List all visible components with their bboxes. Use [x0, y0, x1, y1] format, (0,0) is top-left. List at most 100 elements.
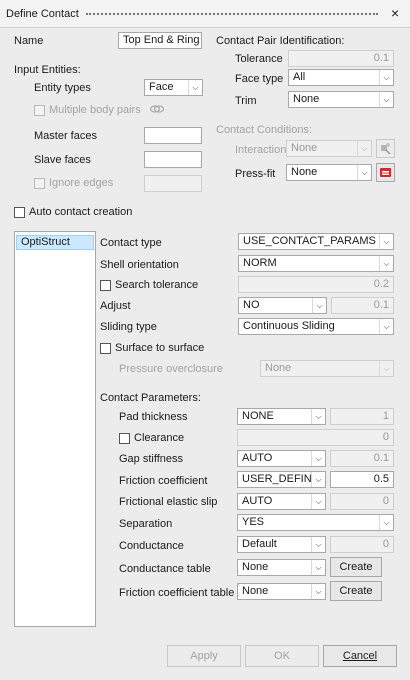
create-conductance-table-button[interactable]: Create: [330, 557, 382, 577]
press-fit-button[interactable]: [376, 163, 395, 182]
chevron-down-icon: ⌵: [357, 165, 371, 180]
window-title: Define Contact: [6, 8, 79, 20]
conductance-table-value: None: [242, 561, 269, 573]
sliding-type-value: Continuous Sliding: [243, 320, 335, 332]
slave-faces-label: Slave faces: [34, 154, 91, 166]
trim-label: Trim: [235, 95, 257, 107]
ignore-edges-checkbox[interactable]: [34, 178, 45, 189]
face-type-label: Face type: [235, 73, 284, 85]
interaction-tool-icon: [381, 143, 391, 155]
search-tolerance-input[interactable]: 0.2: [238, 276, 394, 293]
face-type-select[interactable]: All ⌵: [288, 69, 394, 86]
chevron-down-icon: ⌵: [379, 92, 393, 107]
chevron-down-icon: ⌵: [311, 584, 325, 599]
tolerance-input[interactable]: 0.1: [288, 50, 394, 67]
pad-thickness-label: Pad thickness: [119, 411, 188, 423]
conductance-select[interactable]: Default ⌵: [237, 536, 326, 553]
adjust-value: NO: [243, 299, 260, 311]
multiple-body-pairs-label: Multiple body pairs: [49, 104, 141, 116]
gap-stiffness-input[interactable]: 0.1: [330, 450, 394, 467]
search-tolerance-label: Search tolerance: [115, 279, 199, 291]
shell-orientation-label: Shell orientation: [100, 259, 179, 271]
entity-types-value: Face: [149, 81, 174, 93]
gap-stiffness-select[interactable]: AUTO ⌵: [237, 450, 326, 467]
press-fit-label: Press-fit: [235, 168, 276, 180]
chevron-down-icon: ⌵: [311, 451, 325, 466]
shell-orientation-select[interactable]: NORM ⌵: [238, 255, 394, 272]
chevron-down-icon: ⌵: [379, 256, 393, 271]
friction-table-label: Friction coefficient table: [119, 587, 235, 599]
conductance-table-select[interactable]: None ⌵: [237, 559, 326, 576]
friction-table-value: None: [242, 585, 269, 597]
chevron-down-icon: ⌵: [312, 298, 326, 313]
auto-contact-label: Auto contact creation: [29, 206, 133, 218]
frictional-elastic-slip-input[interactable]: 0: [330, 493, 394, 510]
sliding-type-select[interactable]: Continuous Sliding ⌵: [238, 318, 394, 335]
clearance-input[interactable]: 0: [237, 429, 394, 446]
title-grip[interactable]: [86, 13, 378, 16]
master-faces-label: Master faces: [34, 130, 97, 142]
chevron-down-icon: ⌵: [311, 472, 325, 487]
conductance-table-label: Conductance table: [119, 563, 211, 575]
slave-faces-input[interactable]: [144, 151, 202, 168]
friction-coefficient-input[interactable]: 0.5: [330, 471, 394, 488]
chevron-down-icon: ⌵: [311, 409, 325, 424]
create-friction-table-button[interactable]: Create: [330, 581, 382, 601]
interaction-tool-button[interactable]: [376, 139, 395, 158]
ok-button[interactable]: OK: [245, 645, 319, 667]
multiple-body-pairs-checkbox[interactable]: [34, 105, 45, 116]
master-faces-input[interactable]: [144, 127, 202, 144]
tolerance-label: Tolerance: [235, 53, 283, 65]
input-entities-heading: Input Entities:: [14, 64, 81, 76]
pair-identification-heading: Contact Pair Identification:: [216, 35, 345, 47]
press-fit-select[interactable]: None ⌵: [286, 164, 372, 181]
frictional-elastic-slip-label: Frictional elastic slip: [119, 496, 218, 508]
chevron-down-icon: ⌵: [379, 319, 393, 334]
frictional-elastic-slip-select[interactable]: AUTO ⌵: [237, 493, 326, 510]
pressure-overclosure-select[interactable]: None ⌵: [260, 360, 394, 377]
interaction-label: Interaction: [235, 144, 287, 156]
adjust-input[interactable]: 0.1: [331, 297, 394, 314]
conductance-value: Default: [242, 538, 277, 550]
chevron-down-icon: ⌵: [357, 141, 371, 156]
solver-list[interactable]: [14, 231, 96, 627]
ignore-edges-label: Ignore edges: [49, 177, 114, 189]
pad-thickness-select[interactable]: NONE ⌵: [237, 408, 326, 425]
adjust-select[interactable]: NO ⌵: [238, 297, 327, 314]
pressure-overclosure-value: None: [265, 362, 292, 374]
conductance-input[interactable]: 0: [330, 536, 394, 553]
gap-stiffness-value: AUTO: [242, 452, 273, 464]
surface-to-surface-checkbox[interactable]: [100, 343, 111, 354]
chevron-down-icon: ⌵: [379, 234, 393, 249]
friction-table-select[interactable]: None ⌵: [237, 583, 326, 600]
chevron-down-icon: ⌵: [311, 494, 325, 509]
chevron-down-icon: ⌵: [379, 70, 393, 85]
contact-type-select[interactable]: USE_CONTACT_PARAMS ⌵: [238, 233, 394, 250]
adjust-label: Adjust: [100, 300, 131, 312]
separation-label: Separation: [119, 518, 173, 530]
press-fit-value: None: [291, 166, 318, 178]
entity-types-select[interactable]: Face ⌵: [144, 79, 203, 96]
pad-thickness-input[interactable]: 1: [330, 408, 394, 425]
ignore-edges-input[interactable]: [144, 175, 202, 192]
pair-link-icon[interactable]: [149, 102, 165, 116]
surface-to-surface-label: Surface to surface: [115, 342, 205, 354]
auto-contact-checkbox[interactable]: [14, 207, 25, 218]
name-input[interactable]: Top End & Ring: [118, 32, 202, 49]
interaction-select[interactable]: None ⌵: [286, 140, 372, 157]
cancel-button[interactable]: Cancel: [323, 645, 397, 667]
frictional-elastic-slip-value: AUTO: [242, 495, 273, 507]
apply-button[interactable]: Apply: [167, 645, 241, 667]
contact-type-value: USE_CONTACT_PARAMS: [243, 235, 376, 247]
friction-coefficient-select[interactable]: USER_DEFINE ⌵: [237, 471, 326, 488]
clearance-checkbox[interactable]: [119, 433, 130, 444]
pad-thickness-value: NONE: [242, 410, 274, 422]
trim-select[interactable]: None ⌵: [288, 91, 394, 108]
chevron-down-icon: ⌵: [311, 560, 325, 575]
close-icon[interactable]: ×: [391, 6, 399, 20]
chevron-down-icon: ⌵: [379, 361, 393, 376]
search-tolerance-checkbox[interactable]: [100, 280, 111, 291]
solver-list-item-optistruct[interactable]: OptiStruct: [16, 235, 94, 250]
separation-select[interactable]: YES ⌵: [237, 514, 394, 531]
press-fit-icon: [380, 168, 391, 177]
